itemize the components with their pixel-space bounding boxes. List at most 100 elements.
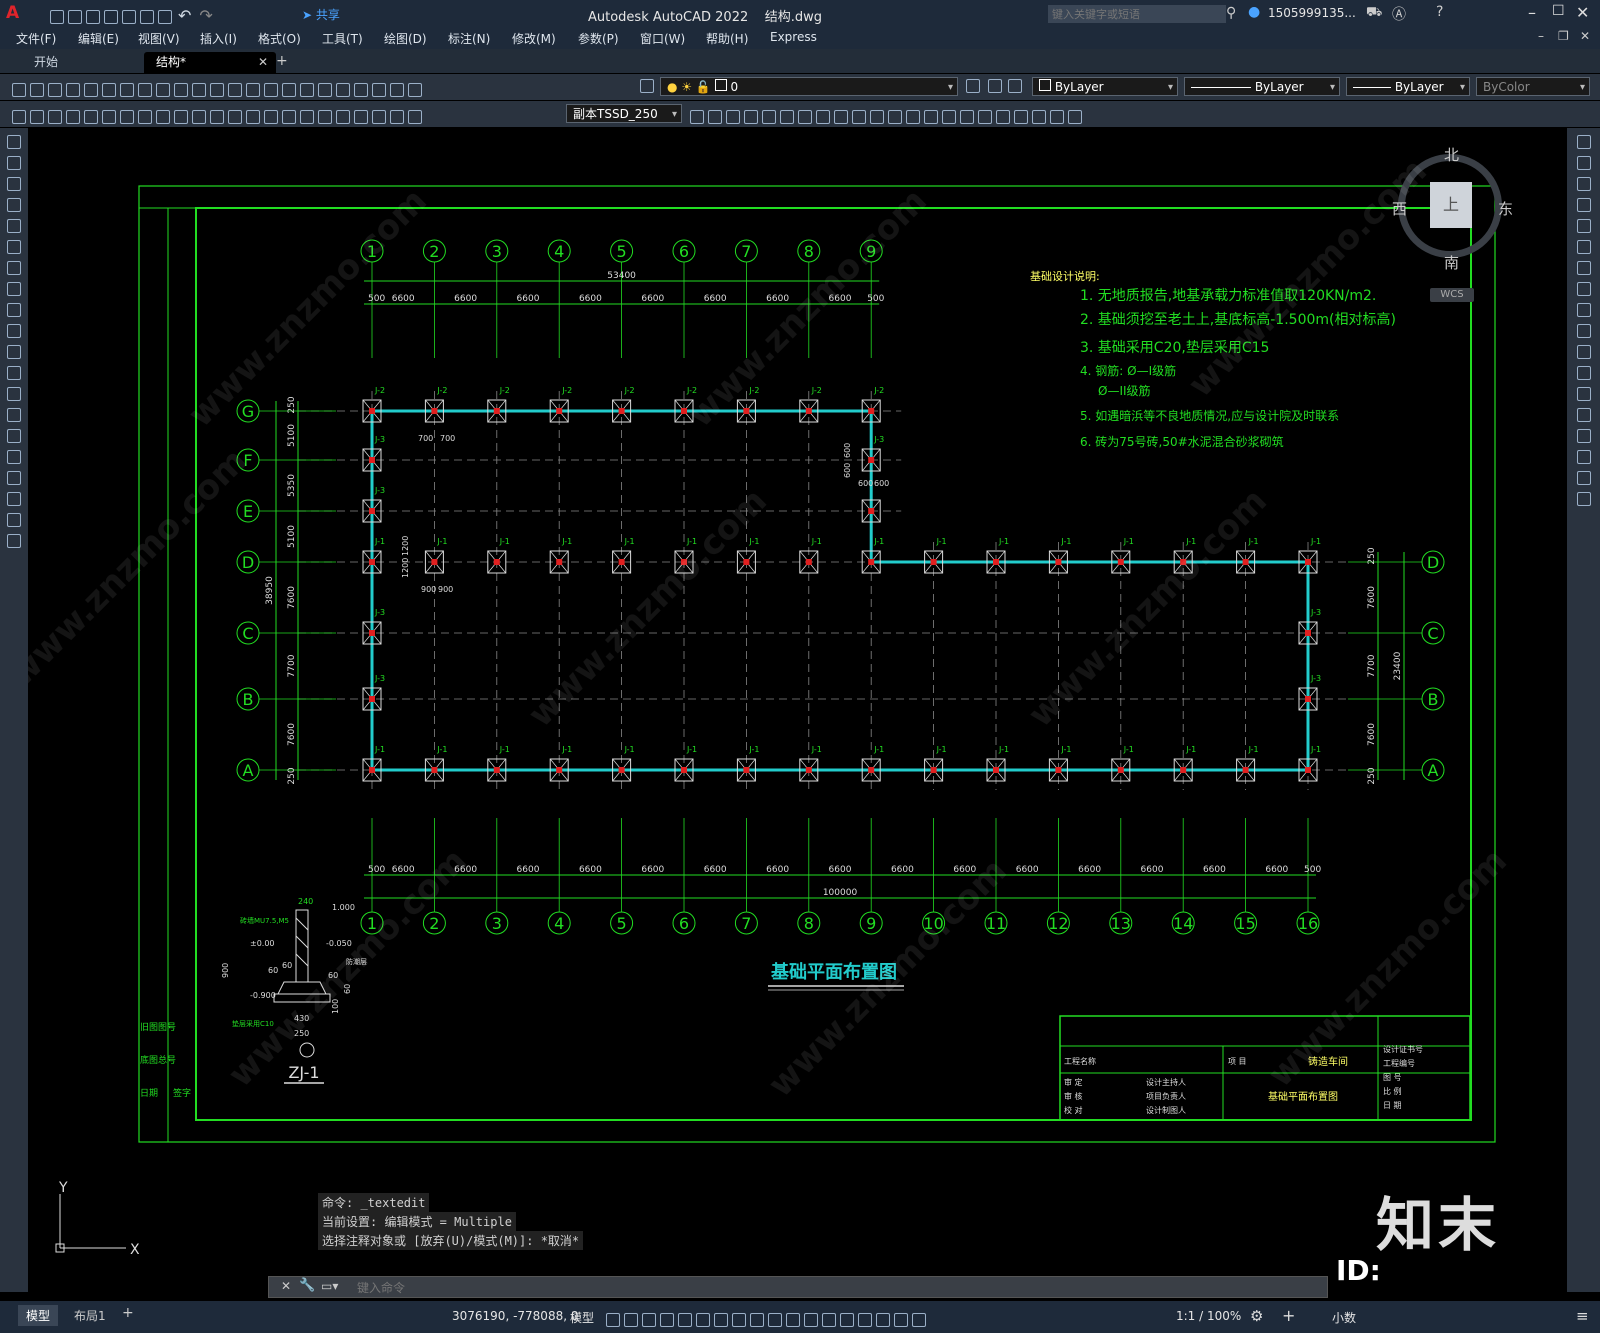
jogged-icon[interactable]: [156, 109, 170, 124]
center-mark-icon[interactable]: [318, 109, 332, 124]
dim-update-icon[interactable]: [408, 109, 422, 124]
plot-icon[interactable]: [66, 82, 80, 97]
tool-icon[interactable]: [48, 109, 62, 124]
chamfer-icon[interactable]: [1576, 429, 1591, 443]
transparency-icon[interactable]: [786, 1312, 800, 1327]
make-block-icon[interactable]: [7, 387, 21, 401]
quick-dim-icon[interactable]: [210, 109, 224, 124]
coordinates-readout[interactable]: 3076190, -778088, 0: [452, 1309, 578, 1323]
menu-edit[interactable]: 编辑(E): [78, 30, 119, 47]
infer-icon[interactable]: [642, 1312, 656, 1327]
menu-tools[interactable]: 工具(T): [322, 30, 363, 47]
zoom-realtime-icon[interactable]: [246, 82, 260, 97]
redo-tool-icon[interactable]: [210, 82, 224, 97]
cart-icon[interactable]: ⛟: [1366, 5, 1382, 22]
properties-icon[interactable]: [300, 82, 314, 97]
open-file-icon[interactable]: [68, 9, 82, 24]
polar-icon[interactable]: [696, 1312, 710, 1327]
viewcube-south[interactable]: 南: [1444, 252, 1459, 273]
arc-icon[interactable]: [7, 240, 21, 254]
tool-icon[interactable]: [1068, 109, 1082, 124]
user-name[interactable]: 1505999135...: [1268, 6, 1356, 20]
layer-state-icon[interactable]: [1008, 79, 1022, 93]
baseline-icon[interactable]: [228, 109, 242, 124]
menu-insert[interactable]: 插入(I): [200, 30, 237, 47]
matchprop-icon[interactable]: [174, 82, 188, 97]
insert-block-icon[interactable]: [7, 366, 21, 380]
mtext-icon[interactable]: [7, 513, 21, 527]
color-dropdown[interactable]: ByLayer ▾: [1032, 77, 1178, 96]
search-icon[interactable]: ⚲: [1226, 5, 1236, 21]
zoom-window-icon[interactable]: [264, 82, 278, 97]
ellipse-icon[interactable]: [7, 324, 21, 338]
layout-tab-layout1[interactable]: 布局1: [66, 1305, 114, 1326]
line-icon[interactable]: [7, 135, 21, 149]
extend-icon[interactable]: [1576, 345, 1591, 359]
add-layout-icon[interactable]: +: [122, 1305, 134, 1321]
new-tab-icon[interactable]: +: [276, 53, 288, 69]
publish-icon[interactable]: [102, 82, 116, 97]
web-save-icon[interactable]: [140, 9, 154, 24]
point-icon[interactable]: [7, 408, 21, 422]
dynamic-input-icon[interactable]: [660, 1312, 674, 1327]
rectangle-icon[interactable]: [7, 219, 21, 233]
space-icon[interactable]: [264, 109, 278, 124]
tool-icon[interactable]: [834, 109, 848, 124]
array-icon[interactable]: [1576, 219, 1591, 233]
cut-icon[interactable]: [120, 82, 134, 97]
join-icon[interactable]: [1576, 408, 1591, 422]
help-tool-icon[interactable]: [408, 82, 422, 97]
tool-icon[interactable]: [780, 109, 794, 124]
radius-icon[interactable]: [138, 109, 152, 124]
dimstyle-icon[interactable]: [690, 109, 704, 124]
close-icon[interactable]: ✕: [1576, 3, 1589, 22]
command-customize-icon[interactable]: 🔧: [299, 1278, 315, 1293]
tool-icon[interactable]: [12, 109, 26, 124]
layer-manager-icon[interactable]: [640, 79, 654, 93]
revcloud-icon[interactable]: [7, 282, 21, 296]
tool-icon[interactable]: [870, 109, 884, 124]
calculator-icon[interactable]: [390, 82, 404, 97]
doc-minimize-icon[interactable]: –: [1538, 29, 1544, 43]
print-icon[interactable]: [158, 9, 172, 24]
linetype-dropdown[interactable]: ByLayer ▾: [1184, 77, 1340, 96]
menu-modify[interactable]: 修改(M): [512, 30, 556, 47]
isodraft-icon[interactable]: [714, 1312, 728, 1327]
units-display[interactable]: 小数: [1332, 1309, 1356, 1326]
tool-icon[interactable]: [816, 109, 830, 124]
menu-dimension[interactable]: 标注(N): [448, 30, 490, 47]
linear-dim-icon[interactable]: [66, 109, 80, 124]
table-icon[interactable]: [7, 492, 21, 506]
layer-previous-icon[interactable]: [988, 79, 1002, 93]
selection-cycling-icon[interactable]: [804, 1312, 818, 1327]
osnap-icon[interactable]: [750, 1312, 764, 1327]
autocad-logo-icon[interactable]: A: [6, 4, 24, 22]
web-open-icon[interactable]: [122, 9, 136, 24]
viewcube-north[interactable]: 北: [1444, 144, 1459, 165]
zoom-previous-icon[interactable]: [282, 82, 296, 97]
tool-icon[interactable]: [1014, 109, 1028, 124]
blend-icon[interactable]: [1576, 471, 1591, 485]
aligned-dim-icon[interactable]: [84, 109, 98, 124]
tool-icon[interactable]: [888, 109, 902, 124]
explode-icon[interactable]: [1576, 492, 1591, 506]
customize-status-icon[interactable]: ≡: [1576, 1307, 1589, 1325]
annotation-scale[interactable]: 1:1 / 100%: [1176, 1309, 1241, 1323]
dim-text-edit-icon[interactable]: [390, 109, 404, 124]
undo-icon[interactable]: ↶: [178, 6, 191, 25]
diameter-icon[interactable]: [174, 109, 188, 124]
qnew-icon[interactable]: [12, 82, 26, 97]
menu-express[interactable]: Express: [770, 30, 817, 44]
tab-start[interactable]: 开始: [22, 52, 70, 73]
dim-edit-icon[interactable]: [372, 109, 386, 124]
lineweight-icon[interactable]: [768, 1312, 782, 1327]
minimize-icon[interactable]: –: [1528, 3, 1536, 22]
menu-parametric[interactable]: 参数(P): [578, 30, 619, 47]
tool-icon[interactable]: [1032, 109, 1046, 124]
ortho-icon[interactable]: [678, 1312, 692, 1327]
wcs-menu[interactable]: WCS: [1430, 288, 1474, 302]
menu-file[interactable]: 文件(F): [16, 30, 56, 47]
gizmo-icon[interactable]: [876, 1312, 890, 1327]
tool-icon[interactable]: [942, 109, 956, 124]
viewcube-east[interactable]: 东: [1498, 198, 1513, 219]
